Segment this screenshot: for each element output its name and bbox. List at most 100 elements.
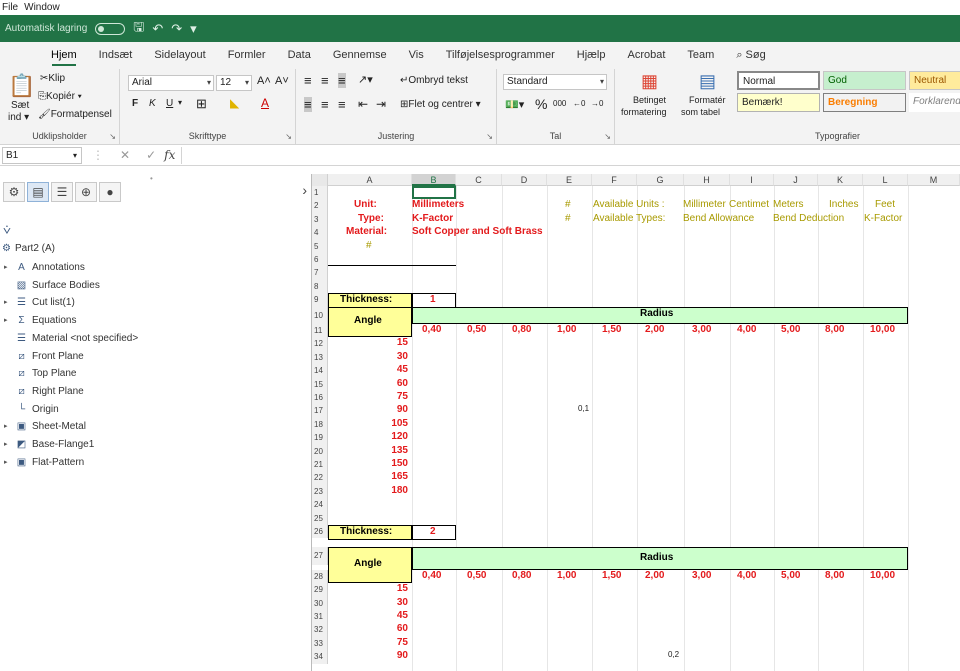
thickness-label[interactable]: Thickness: (340, 526, 392, 537)
format-as-table-label[interactable]: Formatér (689, 95, 726, 105)
menu-window[interactable]: Window (24, 2, 60, 13)
menu-file[interactable]: File (2, 2, 18, 13)
align-left-icon[interactable]: ≡ (304, 97, 312, 112)
column-header-b[interactable]: B (412, 174, 456, 186)
formula-input[interactable] (181, 146, 960, 164)
unit-value[interactable]: Millimeters (412, 199, 464, 210)
expand-icon[interactable]: ▸ (4, 436, 8, 454)
radius-value[interactable]: 0,50 (467, 570, 486, 581)
row-header[interactable]: 18 (312, 417, 328, 432)
increase-decimal-icon[interactable]: ←0 (573, 99, 585, 108)
row-header[interactable]: 16 (312, 391, 328, 405)
customize-qat-icon[interactable]: ▾ (190, 21, 197, 37)
tab-indsaet[interactable]: Indsæt (88, 42, 144, 69)
row-header[interactable]: 7 (312, 266, 328, 280)
save-icon[interactable]: 🖫 (133, 18, 144, 40)
row-header[interactable]: 9 (312, 293, 328, 307)
font-name-select[interactable]: Arial ▾ (128, 75, 214, 91)
column-header-e[interactable]: E (547, 174, 592, 186)
column-header-d[interactable]: D (502, 174, 547, 186)
row-header[interactable]: 12 (312, 337, 328, 351)
tab-formler[interactable]: Formler (217, 42, 277, 69)
unit-option[interactable]: Inches (829, 199, 858, 210)
row-header[interactable]: 20 (312, 444, 328, 458)
angle-value[interactable]: 165 (391, 471, 408, 482)
conditional-formatting-label[interactable]: Betinget (633, 95, 666, 105)
selected-cell[interactable] (412, 186, 456, 200)
column-header-l[interactable]: L (863, 174, 908, 186)
radius-value[interactable]: 3,00 (692, 570, 711, 581)
available-types-label[interactable]: Available Types: (593, 213, 665, 224)
type-value[interactable]: K-Factor (412, 213, 453, 224)
autosave-toggle[interactable] (95, 22, 126, 35)
row-header[interactable]: 6 (312, 253, 328, 267)
radius-value[interactable]: 0,80 (512, 324, 531, 335)
radius-value[interactable]: 10,00 (870, 570, 895, 581)
row-header[interactable]: 26 (312, 525, 328, 539)
angle-value[interactable]: 90 (397, 650, 408, 661)
redo-icon[interactable]: ↷ (171, 21, 182, 37)
font-color-icon[interactable]: A (261, 96, 269, 110)
angle-value[interactable]: 75 (397, 637, 408, 648)
unit-option[interactable]: Feet (875, 199, 895, 210)
hash-a5[interactable]: # (366, 240, 372, 251)
fill-color-icon[interactable]: ◣ (230, 96, 239, 110)
cancel-icon[interactable]: ✕ (120, 148, 130, 162)
row-header[interactable]: 8 (312, 279, 328, 294)
row-header[interactable]: 2 (312, 199, 328, 213)
radius-value[interactable]: 10,00 (870, 324, 895, 335)
type-option[interactable]: Bend Deduction (773, 213, 844, 224)
align-right-icon[interactable]: ≡ (338, 97, 346, 112)
tab-hjaelp[interactable]: Hjælp (566, 42, 617, 69)
unit-option[interactable]: Meters (773, 199, 804, 210)
expand-icon[interactable]: ▸ (4, 259, 8, 277)
feature-manager-icon[interactable]: ⚙ (3, 182, 25, 202)
radius-value[interactable]: 1,00 (557, 324, 576, 335)
row-header[interactable]: 23 (312, 484, 328, 499)
row-header[interactable]: 30 (312, 596, 328, 610)
row-header[interactable]: 21 (312, 458, 328, 472)
dimxpert-icon[interactable]: ⊕ (75, 182, 97, 202)
tab-acrobat[interactable]: Acrobat (616, 42, 676, 69)
style-neutral[interactable]: Neutral (909, 71, 960, 90)
format-as-table-label-2[interactable]: som tabel (681, 107, 720, 117)
row-header[interactable]: 29 (312, 583, 328, 597)
borders-icon[interactable]: ⊞ (196, 96, 207, 112)
angle-value[interactable]: 60 (397, 623, 408, 634)
radius-value[interactable]: 5,00 (781, 324, 800, 335)
row-header[interactable]: 22 (312, 471, 328, 485)
font-launcher-icon[interactable]: ↘ (285, 132, 292, 141)
angle-value[interactable]: 90 (397, 404, 408, 415)
row-header[interactable]: 13 (312, 350, 328, 365)
thickness-value[interactable]: 1 (430, 294, 436, 305)
select-all-corner[interactable] (312, 174, 328, 186)
property-manager-icon[interactable]: ▤ (27, 182, 49, 202)
row-header[interactable]: 24 (312, 498, 328, 512)
angle-value[interactable]: 45 (397, 610, 408, 621)
tab-hjem[interactable]: Hjem (40, 42, 88, 69)
column-header-f[interactable]: F (592, 174, 637, 186)
alignment-launcher-icon[interactable]: ↘ (486, 132, 493, 141)
cut-button[interactable]: ✂Klip (40, 73, 65, 84)
radius-value[interactable]: 4,00 (737, 324, 756, 335)
angle-value[interactable]: 120 (391, 431, 408, 442)
align-bottom-icon[interactable]: ≡ (338, 73, 346, 88)
expand-icon[interactable]: ▸ (4, 312, 8, 330)
expand-icon[interactable]: ▸ (4, 418, 8, 436)
conditional-formatting-icon[interactable]: ▦ (641, 71, 658, 92)
align-middle-icon[interactable]: ≡ (321, 73, 329, 88)
insert-function-icon[interactable]: fx (164, 148, 175, 162)
radius-label[interactable]: Radius (640, 308, 673, 319)
radius-value[interactable]: 0,40 (422, 570, 441, 581)
row-header[interactable]: 25 (312, 511, 328, 525)
format-painter-button[interactable]: 🖌Formatpensel (38, 109, 112, 120)
type-option[interactable]: K-Factor (864, 213, 902, 224)
align-center-icon[interactable]: ≡ (321, 97, 329, 112)
result-value[interactable]: 0,1 (578, 404, 589, 413)
material-label[interactable]: Material: (346, 226, 387, 237)
column-header-g[interactable]: G (637, 174, 684, 186)
grow-font-icon[interactable]: A˄ (257, 75, 271, 87)
format-as-table-icon[interactable]: ▤ (699, 71, 716, 92)
radius-value[interactable]: 1,50 (602, 570, 621, 581)
row-header[interactable]: 1 (312, 186, 328, 200)
